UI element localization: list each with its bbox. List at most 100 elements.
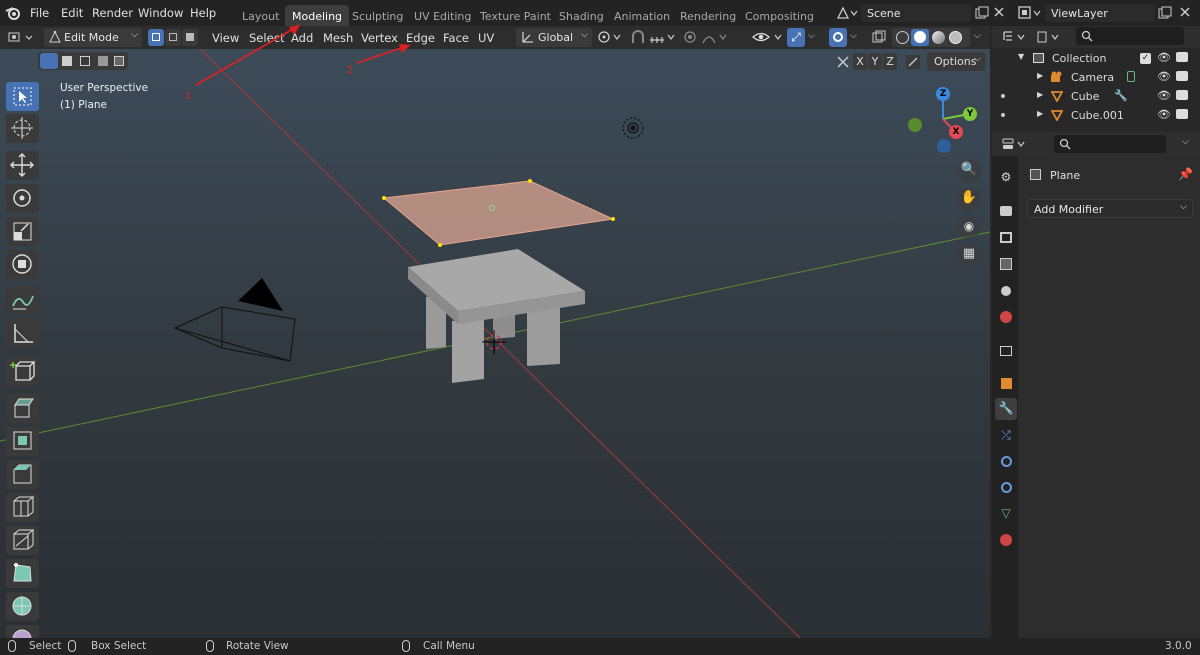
gizmo-z-axis[interactable]: Z xyxy=(936,87,950,101)
chevron-down-icon[interactable]: ⌵ xyxy=(974,31,981,41)
mirror-y-button[interactable]: Y xyxy=(868,53,882,70)
new-scene-icon[interactable] xyxy=(975,6,989,20)
mesh-object-icon xyxy=(1030,169,1041,180)
xray-toggle-icon[interactable] xyxy=(872,30,886,45)
chevron-down-icon: ⌵ xyxy=(1180,202,1187,212)
expand-arrow-icon[interactable]: ▶ xyxy=(1037,71,1043,80)
expand-arrow-icon[interactable]: ▼ xyxy=(1018,52,1024,61)
proportional-falloff-icon[interactable] xyxy=(701,30,731,45)
3d-viewport[interactable]: User Perspective (1) Plane 1 2 X Y Z Opt… xyxy=(0,49,990,638)
tool-extrude[interactable] xyxy=(6,394,39,423)
scene-icon xyxy=(1001,286,1011,296)
overlay-toggle-button[interactable] xyxy=(829,28,847,47)
search-icon xyxy=(1059,138,1071,150)
pin-icon[interactable]: 📌 xyxy=(1178,167,1193,181)
properties-search[interactable] xyxy=(1054,135,1166,153)
auto-merge-icon[interactable] xyxy=(905,54,921,70)
scene-field[interactable]: Scene xyxy=(861,4,971,22)
view-layer-field[interactable]: ViewLayer xyxy=(1045,4,1155,22)
outliner-editor-icon[interactable] xyxy=(1002,30,1028,44)
tool-smooth[interactable] xyxy=(6,625,39,638)
material-shading-icon[interactable] xyxy=(932,31,945,44)
tab-particles[interactable]: ⤮ xyxy=(995,425,1017,447)
object-icon xyxy=(1000,378,1012,389)
delete-view-layer-icon[interactable] xyxy=(1180,7,1190,17)
tab-output[interactable] xyxy=(995,227,1017,249)
gizmo-neg-y[interactable] xyxy=(908,118,922,132)
pan-button[interactable]: ✋ xyxy=(957,187,981,211)
wireframe-shading-icon[interactable] xyxy=(896,31,909,44)
expand-arrow-icon[interactable]: ▶ xyxy=(1037,109,1043,118)
options-dropdown[interactable]: Options ⌵ xyxy=(927,52,985,71)
eye-icon[interactable]: 👁 xyxy=(1157,51,1171,64)
mirror-icon[interactable] xyxy=(836,55,850,69)
gizmo-x-axis[interactable]: X xyxy=(949,125,963,139)
tool-cursor[interactable] xyxy=(6,114,39,143)
tool-loop-cut[interactable] xyxy=(6,493,39,522)
camera-view-button[interactable]: ◉ xyxy=(957,215,981,239)
expand-arrow-icon[interactable]: ▶ xyxy=(1037,90,1043,99)
mirror-x-button[interactable]: X xyxy=(853,53,867,70)
tool-scale[interactable] xyxy=(6,217,39,246)
chevron-down-icon[interactable]: ⌵ xyxy=(850,31,857,41)
tab-material[interactable] xyxy=(995,529,1017,551)
tool-rotate[interactable] xyxy=(6,184,39,213)
eye-icon[interactable]: 👁 xyxy=(1157,108,1171,121)
tool-poly-build[interactable] xyxy=(6,559,39,588)
tab-scene[interactable] xyxy=(995,280,1017,302)
add-modifier-dropdown[interactable]: Add Modifier ⌵ xyxy=(1027,199,1193,218)
tool-move[interactable] xyxy=(6,151,39,180)
wrench-icon: 🔧 xyxy=(1114,89,1128,102)
tool-inset[interactable] xyxy=(6,427,39,456)
tab-data[interactable]: ▽ xyxy=(995,503,1017,525)
solid-shading-icon[interactable] xyxy=(911,29,929,46)
tool-transform[interactable] xyxy=(6,250,39,279)
tool-knife[interactable] xyxy=(6,526,39,555)
camera-render-icon[interactable] xyxy=(1176,90,1188,100)
tab-object[interactable] xyxy=(995,373,1017,395)
outliner-header xyxy=(992,26,1200,48)
camera-render-icon[interactable] xyxy=(1176,52,1188,62)
tool-add-cube[interactable] xyxy=(6,357,39,386)
camera-render-icon[interactable] xyxy=(1176,71,1188,81)
eye-icon[interactable]: 👁 xyxy=(1157,89,1171,102)
tool-measure[interactable] xyxy=(6,319,39,348)
tab-constraints[interactable] xyxy=(995,477,1017,499)
tool-spin[interactable] xyxy=(6,592,39,621)
view-layer-icon[interactable] xyxy=(1018,6,1042,20)
visibility-eye-icon[interactable] xyxy=(751,30,785,45)
tab-collection[interactable] xyxy=(995,340,1017,362)
tab-world[interactable] xyxy=(995,306,1017,328)
outliner-row-cube[interactable]: ▶ Cube 🔧 👁 xyxy=(992,87,1200,106)
gizmo-y-axis[interactable]: Y xyxy=(963,107,977,121)
checkbox-icon[interactable]: ✓ xyxy=(1140,53,1151,64)
gizmo-toggle-button[interactable]: ⤢ xyxy=(787,28,805,47)
outliner-row-camera[interactable]: ▶ Camera 👁 xyxy=(992,68,1200,87)
tab-tool[interactable]: ⚙ xyxy=(995,167,1017,189)
rendered-shading-icon[interactable] xyxy=(949,31,962,44)
gizmo-neg-z[interactable] xyxy=(937,139,951,153)
scene-icon[interactable] xyxy=(836,6,858,20)
camera-render-icon[interactable] xyxy=(1176,109,1188,119)
tool-bevel[interactable] xyxy=(6,460,39,489)
tool-annotate[interactable] xyxy=(6,286,39,315)
outliner-row-collection[interactable]: ▼ Collection ✓ 👁 xyxy=(992,49,1200,68)
eye-icon[interactable]: 👁 xyxy=(1157,70,1171,83)
display-mode-icon[interactable] xyxy=(1036,30,1062,44)
tab-render[interactable] xyxy=(995,200,1017,222)
tab-physics[interactable] xyxy=(995,451,1017,473)
tab-view-layer[interactable] xyxy=(995,253,1017,275)
properties-editor-icon[interactable] xyxy=(1002,137,1028,151)
zoom-button[interactable]: 🔍 xyxy=(957,159,981,183)
chevron-down-icon[interactable]: ⌵ xyxy=(808,31,815,41)
tab-modifiers[interactable]: 🔧 xyxy=(995,398,1017,420)
outliner-row-cube-001[interactable]: ▶ Cube.001 👁 xyxy=(992,106,1200,125)
tab-compositing[interactable]: Compositing xyxy=(738,5,821,26)
mirror-z-button[interactable]: Z xyxy=(883,53,897,70)
delete-scene-icon[interactable] xyxy=(994,7,1004,17)
navigation-gizmo[interactable]: Z Y X xyxy=(905,84,980,159)
chevron-down-icon[interactable]: ⌵ xyxy=(1182,137,1189,147)
new-view-layer-icon[interactable] xyxy=(1158,6,1172,20)
ortho-toggle-button[interactable]: ▦ xyxy=(957,243,981,267)
outliner-search[interactable] xyxy=(1076,27,1184,45)
